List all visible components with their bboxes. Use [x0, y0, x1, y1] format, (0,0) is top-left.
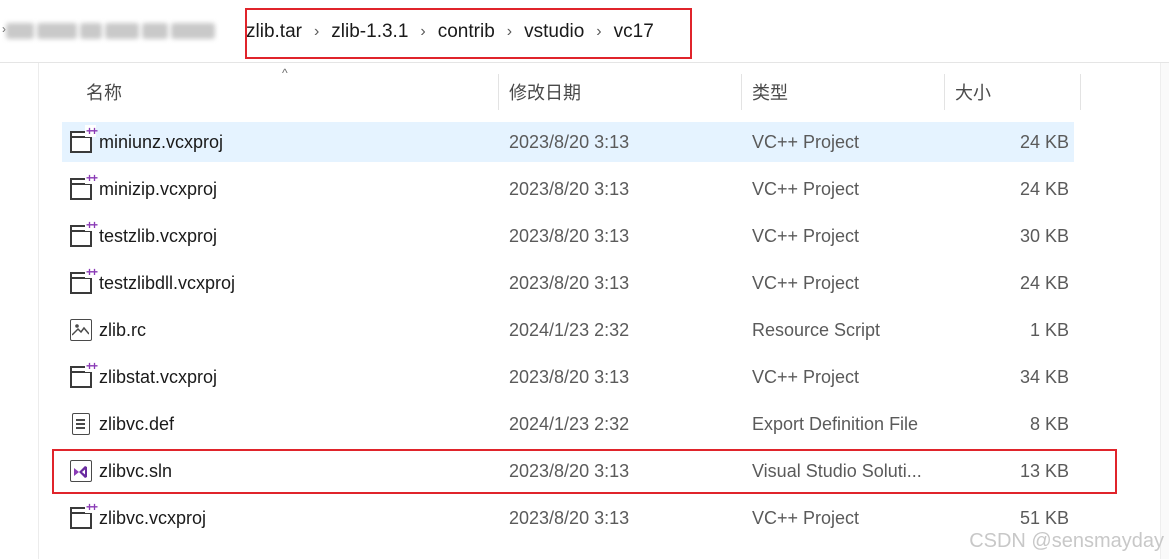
file-name: miniunz.vcxproj: [99, 131, 224, 152]
file-row-zlibstat-vcxproj[interactable]: ++ zlibstat.vcxproj 2023/8/20 3:13 VC++ …: [62, 357, 1074, 397]
vcxproj-icon: ++: [70, 360, 98, 388]
file-name: minizip.vcxproj: [99, 178, 218, 199]
file-row-zlibvc-def[interactable]: zlibvc.def 2024/1/23 2:32 Export Definit…: [62, 404, 1074, 444]
file-name-cell: ++ testzlib.vcxproj: [70, 216, 217, 256]
text-document-icon: [72, 413, 90, 435]
file-row-zlibvc-vcxproj[interactable]: ++ zlibvc.vcxproj 2023/8/20 3:13 VC++ Pr…: [62, 498, 1074, 538]
file-date: 2024/1/23 2:32: [509, 413, 630, 434]
file-name-cell: ++ testzlibdll.vcxproj: [70, 263, 235, 303]
file-row-zlib-rc[interactable]: zlib.rc 2024/1/23 2:32 Resource Script 1…: [62, 310, 1074, 350]
file-date: 2023/8/20 3:13: [509, 272, 630, 293]
file-name-cell: zlib.rc: [70, 310, 146, 350]
column-header-size[interactable]: 大小: [945, 74, 1080, 110]
file-date: 2023/8/20 3:13: [509, 507, 630, 528]
column-header-size-label: 大小: [955, 83, 991, 103]
image-file-icon: [70, 319, 92, 341]
file-name: zlib.rc: [99, 319, 147, 340]
file-type: Export Definition File: [752, 413, 919, 434]
column-header-date[interactable]: 修改日期: [499, 74, 741, 110]
file-name: zlibstat.vcxproj: [99, 366, 218, 387]
column-header-type-label: 类型: [752, 83, 788, 103]
watermark: CSDN @sensmayday: [969, 530, 1164, 552]
vcxproj-icon: ++: [70, 219, 98, 247]
file-name-cell: ++ zlibvc.vcxproj: [70, 498, 206, 538]
file-size: 24 KB: [1019, 178, 1069, 199]
file-name-cell: ++ zlibstat.vcxproj: [70, 357, 217, 397]
file-row-miniunz-vcxproj[interactable]: ++ miniunz.vcxproj 2023/8/20 3:13 VC++ P…: [62, 122, 1074, 162]
file-size: 1 KB: [1029, 319, 1069, 340]
column-header-name-label: 名称: [86, 83, 122, 103]
vertical-scrollbar[interactable]: [1160, 63, 1169, 559]
file-name-cell: ++ minizip.vcxproj: [70, 169, 217, 209]
file-date: 2023/8/20 3:13: [509, 131, 630, 152]
file-name: testzlib.vcxproj: [99, 225, 218, 246]
address-bar-divider: [0, 62, 1169, 63]
file-date: 2024/1/23 2:32: [509, 319, 630, 340]
file-size: 8 KB: [1029, 413, 1069, 434]
file-type: VC++ Project: [752, 131, 860, 152]
file-type: VC++ Project: [752, 225, 860, 246]
vcxproj-icon: ++: [70, 501, 98, 529]
column-resize-handle[interactable]: [1080, 74, 1081, 110]
column-header-date-label: 修改日期: [509, 83, 581, 103]
obscured-path-prefix: [6, 18, 232, 44]
navigation-pane-edge: [38, 63, 39, 559]
file-name: zlibvc.vcxproj: [99, 507, 207, 528]
file-type: VC++ Project: [752, 272, 860, 293]
file-date: 2023/8/20 3:13: [509, 366, 630, 387]
file-size: 24 KB: [1019, 131, 1069, 152]
file-size: 30 KB: [1019, 225, 1069, 246]
column-header-name[interactable]: 名称: [76, 74, 498, 110]
file-row-minizip-vcxproj[interactable]: ++ minizip.vcxproj 2023/8/20 3:13 VC++ P…: [62, 169, 1074, 209]
file-row-testzlib-vcxproj[interactable]: ++ testzlib.vcxproj 2023/8/20 3:13 VC++ …: [62, 216, 1074, 256]
column-header-type[interactable]: 类型: [742, 74, 944, 110]
file-size: 34 KB: [1019, 366, 1069, 387]
file-type: Resource Script: [752, 319, 881, 340]
file-type: VC++ Project: [752, 366, 860, 387]
vcxproj-icon: ++: [70, 125, 98, 153]
vcxproj-icon: ++: [70, 266, 98, 294]
file-date: 2023/8/20 3:13: [509, 178, 630, 199]
file-name-cell: zlibvc.def: [70, 404, 174, 444]
file-row-testzlibdll-vcxproj[interactable]: ++ testzlibdll.vcxproj 2023/8/20 3:13 VC…: [62, 263, 1074, 303]
file-name-cell: ++ miniunz.vcxproj: [70, 122, 223, 162]
breadcrumb-highlight-box: [245, 8, 692, 59]
file-name: zlibvc.def: [99, 413, 175, 434]
file-type: VC++ Project: [752, 507, 860, 528]
sln-row-highlight-box: [52, 449, 1117, 494]
vcxproj-icon: ++: [70, 172, 98, 200]
file-type: VC++ Project: [752, 178, 860, 199]
file-size: 24 KB: [1019, 272, 1069, 293]
file-date: 2023/8/20 3:13: [509, 225, 630, 246]
file-name: testzlibdll.vcxproj: [99, 272, 236, 293]
